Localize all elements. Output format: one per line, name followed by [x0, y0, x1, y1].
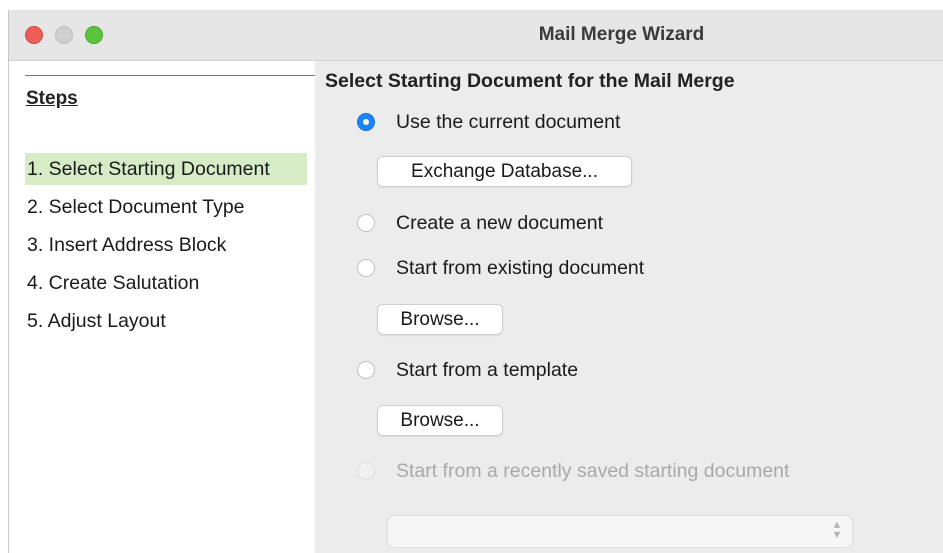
exchange-database-button[interactable]: Exchange Database... [377, 156, 632, 187]
step-adjust-layout[interactable]: 5. Adjust Layout [25, 305, 307, 337]
browse-existing-button[interactable]: Browse... [377, 304, 503, 335]
recently-saved-radio [357, 462, 375, 480]
title-bar: Mail Merge Wizard [9, 10, 943, 61]
steps-heading: Steps [26, 88, 78, 109]
start-existing-radio[interactable] [357, 259, 375, 277]
steps-sidebar: Steps 1. Select Starting Document 2. Sel… [9, 61, 315, 553]
window-title: Mail Merge Wizard [538, 24, 705, 45]
main-panel: Select Starting Document for the Mail Me… [315, 61, 943, 553]
recently-saved-label: Start from a recently saved starting doc… [396, 459, 790, 482]
use-current-label[interactable]: Use the current document [396, 111, 620, 134]
option-start-from-existing[interactable]: Start from existing document [357, 255, 644, 281]
create-new-radio[interactable] [357, 214, 375, 232]
sidebar-divider [25, 75, 315, 76]
start-existing-label[interactable]: Start from existing document [396, 257, 644, 280]
step-insert-address-block[interactable]: 3. Insert Address Block [25, 229, 307, 261]
option-create-new-document[interactable]: Create a new document [357, 210, 603, 236]
option-start-from-template[interactable]: Start from a template [357, 357, 578, 383]
page-title: Select Starting Document for the Mail Me… [325, 70, 735, 92]
step-select-document-type[interactable]: 2. Select Document Type [25, 191, 307, 223]
step-select-starting-document[interactable]: 1. Select Starting Document [25, 153, 307, 185]
mail-merge-window: Mail Merge Wizard Steps 1. Select Starti… [8, 10, 943, 553]
option-use-current-document[interactable]: Use the current document [357, 109, 620, 135]
start-template-label[interactable]: Start from a template [396, 359, 578, 382]
use-current-radio[interactable] [357, 113, 375, 131]
recent-documents-select: ▲ ▼ [387, 515, 853, 548]
create-new-label[interactable]: Create a new document [396, 212, 603, 235]
option-recently-saved: Start from a recently saved starting doc… [357, 458, 789, 484]
start-template-radio[interactable] [357, 361, 375, 379]
step-create-salutation[interactable]: 4. Create Salutation [25, 267, 307, 299]
browse-template-button[interactable]: Browse... [377, 405, 503, 436]
chevron-up-down-icon: ▲ ▼ [831, 519, 843, 541]
